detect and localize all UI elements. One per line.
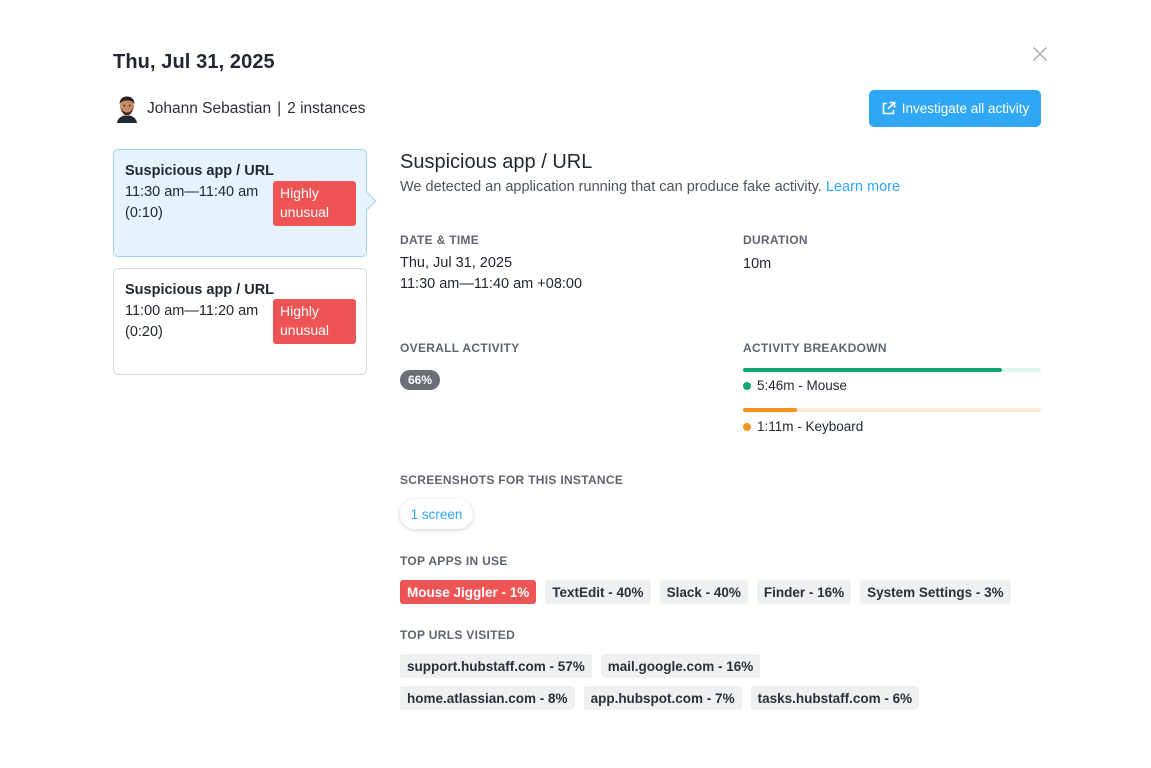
top-apps-list: Mouse Jiggler - 1% TextEdit - 40% Slack … [400,580,1041,604]
url-chip: tasks.hubstaff.com - 6% [750,686,920,710]
keyboard-legend: 1:11m - Keyboard [743,419,863,434]
instance-card-text: Suspicious app / URL 11:00 am—11:20 am (… [125,280,275,343]
instance-title: Suspicious app / URL [125,163,275,179]
date-value: Thu, Jul 31, 2025 [400,255,513,271]
mouse-legend: 5:46m - Mouse [743,378,847,393]
investigate-label: Investigate all activity [901,101,1030,116]
mouse-legend-label: 5:46m - Mouse [757,378,848,393]
date-time-value: Thu, Jul 31, 2025 11:30 am—11:40 am +08:… [400,253,582,295]
app-chip: Mouse Jiggler - 1% [400,580,537,604]
highly-unusual-badge: Highly unusual [273,299,356,344]
date-time-label: DATE & TIME [400,233,480,247]
description-text: We detected an application running that … [400,179,822,195]
external-link-icon [882,101,896,115]
activity-modal: Thu, Jul 31, 2025 Johann Sebastian | 2 i… [0,0,1151,768]
top-urls-list: support.hubstaff.com - 57% mail.google.c… [400,654,940,710]
activity-breakdown-label: ACTIVITY BREAKDOWN [743,341,887,355]
url-chip: home.atlassian.com - 8% [400,686,575,710]
instance-time: 11:30 am—11:40 am [125,184,259,200]
instance-card-text: Suspicious app / URL 11:30 am—11:40 am (… [125,161,275,224]
page-title: Thu, Jul 31, 2025 [113,51,275,73]
url-chip: support.hubstaff.com - 57% [400,654,592,678]
instance-card-2[interactable]: Suspicious app / URL 11:00 am—11:20 am (… [113,268,367,375]
close-icon[interactable] [1029,43,1051,65]
top-urls-label: TOP URLS VISITED [400,628,516,642]
instance-card-1[interactable]: Suspicious app / URL 11:30 am—11:40 am (… [113,149,367,257]
keyboard-activity-bar [743,408,1041,412]
mouse-dot-icon [743,381,751,390]
user-row: Johann Sebastian | 2 instances [115,95,366,123]
separator: | [277,100,282,117]
learn-more-link[interactable]: Learn more [826,179,900,195]
screenshots-label: SCREENSHOTS FOR THIS INSTANCE [400,473,624,487]
overall-activity-label: OVERALL ACTIVITY [400,341,520,355]
mouse-activity-fill [743,368,1003,372]
investigate-all-activity-button[interactable]: Investigate all activity [869,90,1041,127]
instance-count: 2 instances [287,100,366,117]
detail-title: Suspicious app / URL [400,151,593,173]
highly-unusual-badge: Highly unusual [273,181,356,226]
instance-title: Suspicious app / URL [125,282,275,298]
time-range-value: 11:30 am—11:40 am +08:00 [400,276,583,292]
screenshots-button[interactable]: 1 screen [400,499,473,529]
user-name: Johann Sebastian [147,100,272,117]
instance-duration: (0:10) [125,205,163,221]
detail-description: We detected an application running that … [400,179,900,195]
instance-time: 11:00 am—11:20 am [125,303,259,319]
duration-value: 10m [743,256,772,272]
mouse-activity-bar [743,368,1041,372]
keyboard-dot-icon [743,422,751,431]
app-chip: Finder - 16% [756,580,852,604]
app-chip: TextEdit - 40% [545,580,651,604]
keyboard-legend-label: 1:11m - Keyboard [757,419,864,434]
app-chip: System Settings - 3% [860,580,1011,604]
keyboard-activity-fill [743,408,797,412]
url-chip: mail.google.com - 16% [600,654,761,678]
instance-duration: (0:20) [125,324,163,340]
overall-activity-badge: 66% [400,370,440,390]
avatar [115,95,139,123]
duration-label: DURATION [743,233,808,247]
app-chip: Slack - 40% [659,580,748,604]
top-apps-label: TOP APPS IN USE [400,554,508,568]
url-chip: app.hubspot.com - 7% [583,686,742,710]
